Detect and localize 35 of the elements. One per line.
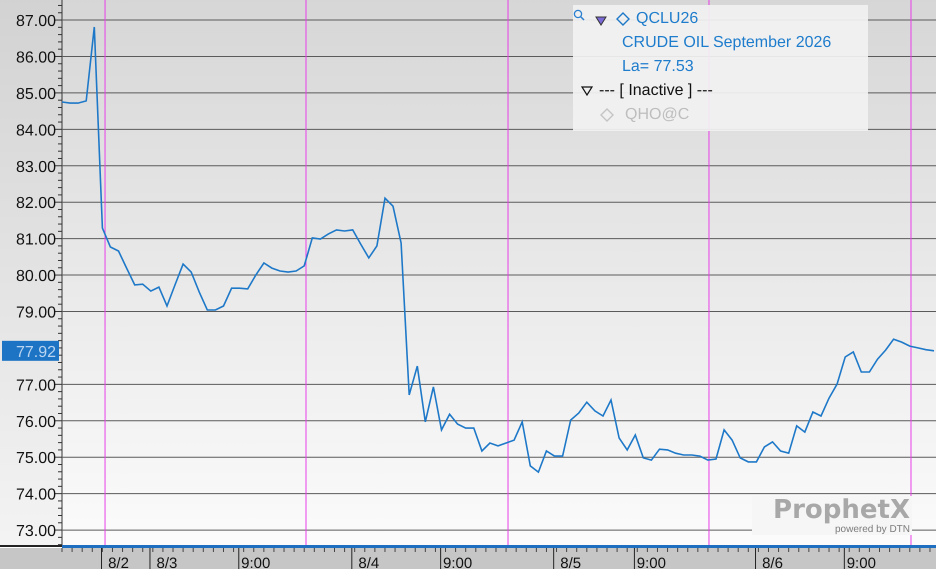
logo-wordmark: ProphetX: [773, 496, 910, 524]
x-axis-label: 9:00: [241, 555, 270, 569]
group-label[interactable]: --- [ Inactive ] ---: [599, 82, 713, 100]
y-axis-label: 81.00: [16, 232, 56, 249]
x-axis-label: 9:00: [846, 555, 876, 569]
x-axis-label: 8/4: [358, 555, 380, 569]
logo-tagline: powered by DTN: [834, 524, 910, 535]
y-axis-label: 84.00: [16, 122, 56, 140]
diamond-icon: [600, 108, 614, 122]
collapse-icon[interactable]: [581, 86, 593, 96]
y-axis-label: 87.00: [16, 13, 56, 30]
x-axis-label: 8/5: [560, 555, 582, 569]
current-price-label: 77.92: [2, 340, 59, 361]
y-axis-label: 73.00: [16, 523, 56, 540]
y-axis-label: 79.00: [16, 304, 56, 322]
x-axis-label: 8/3: [156, 555, 178, 569]
y-axis-label: 77.00: [16, 377, 56, 394]
y-axis-label: 76.00: [16, 414, 56, 431]
description-label: CRUDE OIL September 2026: [622, 34, 832, 52]
zoom-icon[interactable]: [573, 9, 585, 21]
x-axis-label: 8/2: [108, 555, 129, 569]
last-price-label: La= 77.53: [622, 58, 694, 76]
collapse-icon[interactable]: [595, 16, 607, 26]
diamond-icon: [616, 12, 630, 26]
y-axis-label: 74.00: [16, 486, 56, 504]
y-axis-label: 82.00: [16, 195, 56, 212]
x-axis-label: 9:00: [443, 555, 472, 569]
y-axis-label: 83.00: [16, 158, 56, 176]
y-axis-label: 80.00: [16, 268, 56, 286]
x-axis-label: 8/6: [762, 555, 783, 569]
y-axis-label: 86.00: [16, 49, 56, 66]
y-axis-label: 85.00: [16, 86, 56, 103]
symbol-label[interactable]: QCLU26: [636, 10, 698, 28]
x-axis-label: 9:00: [636, 555, 666, 569]
y-axis-label: 75.00: [16, 450, 56, 468]
